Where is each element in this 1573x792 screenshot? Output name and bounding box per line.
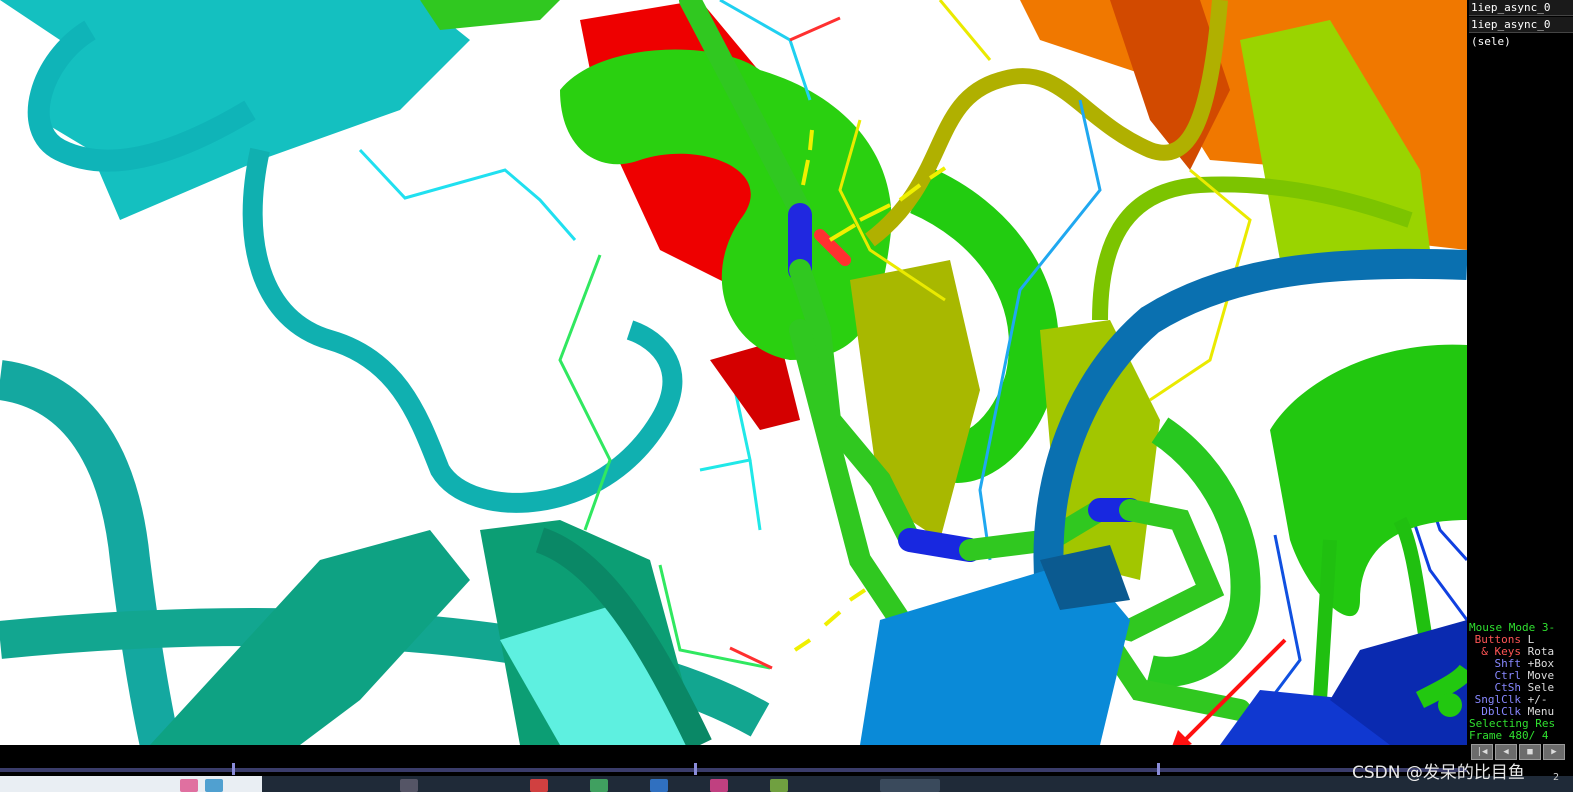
- protein-cartoon-render: [0, 0, 1467, 745]
- app-icon[interactable]: [710, 779, 728, 792]
- frame-label: Frame 480/ 4: [1469, 729, 1549, 742]
- cyan-coil-b: [242, 147, 683, 513]
- olive-strand-1: [850, 260, 980, 540]
- app-icon[interactable]: [530, 779, 548, 792]
- red-stick-2: [789, 16, 841, 42]
- molecular-viewport[interactable]: [0, 0, 1467, 745]
- timeline-tick: [232, 763, 235, 775]
- green-atom: [1438, 693, 1462, 717]
- timeline-track[interactable]: [0, 768, 1467, 772]
- object-panel: 1iep_async_0 1iep_async_0 (sele) Mouse M…: [1467, 0, 1573, 760]
- app-icon[interactable]: [770, 779, 788, 792]
- os-taskbar: [0, 776, 1573, 792]
- movie-timeline[interactable]: [0, 745, 1467, 775]
- object-row[interactable]: 1iep_async_0: [1469, 17, 1573, 33]
- app-icon[interactable]: [400, 779, 418, 792]
- green-stick-2: [658, 564, 771, 670]
- hbond-dashes-2: [793, 588, 867, 652]
- mouse-mode-panel: Mouse Mode 3- Buttons L & Keys Rota Shft…: [1467, 620, 1573, 742]
- app-icon[interactable]: [650, 779, 668, 792]
- yellow-stick-3: [938, 0, 992, 61]
- timeline-tick: [694, 763, 697, 775]
- clock-fragment: 2: [1553, 772, 1560, 783]
- selection-row[interactable]: (sele): [1469, 34, 1573, 50]
- app-icon[interactable]: [205, 779, 223, 792]
- green-helix-c: [1270, 344, 1467, 617]
- active-app-icon[interactable]: [880, 779, 940, 792]
- play-button[interactable]: ▶: [1543, 744, 1565, 760]
- watermark-text: CSDN @发呆的比目鱼: [1352, 763, 1525, 783]
- cyan-stick: [358, 148, 577, 241]
- teal-coil: [0, 360, 180, 745]
- object-row[interactable]: 1iep_async_0: [1469, 0, 1573, 16]
- green-strand-top: [420, 0, 560, 30]
- app-icon[interactable]: [590, 779, 608, 792]
- app-icon[interactable]: [180, 779, 198, 792]
- blue-stick-2: [1268, 534, 1302, 701]
- timeline-tick: [1157, 763, 1160, 775]
